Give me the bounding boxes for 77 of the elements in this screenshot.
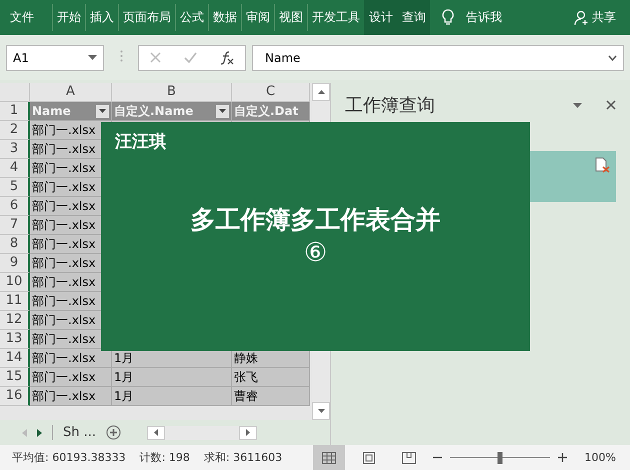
filter-button[interactable]: [96, 104, 109, 118]
zoom-level[interactable]: 100%: [584, 451, 616, 464]
filter-button[interactable]: [216, 104, 229, 118]
up-arrow-icon: [318, 90, 324, 94]
row-header[interactable]: 13: [0, 330, 30, 349]
card-title: 多工作簿多工作表合并: [190, 204, 440, 236]
down-arrow-icon: [318, 409, 324, 413]
column-header[interactable]: B: [112, 83, 232, 102]
header-cell: 自定义.Name: [112, 102, 232, 121]
row-header[interactable]: 3: [0, 140, 30, 159]
ribbon-tab[interactable]: 视图: [274, 4, 307, 31]
row-header[interactable]: 5: [0, 178, 30, 197]
check-icon[interactable]: [184, 52, 197, 63]
formula-field[interactable]: Name: [252, 44, 624, 70]
row-header[interactable]: 10: [0, 273, 30, 292]
table-cell: 1月: [112, 387, 232, 406]
status-stat: 平均值: 60193.38333: [12, 450, 126, 465]
scroll-up-button[interactable]: [312, 83, 330, 101]
row-header[interactable]: 12: [0, 311, 30, 330]
row-header[interactable]: 4: [0, 159, 30, 178]
ribbon-tab[interactable]: 查询: [397, 0, 430, 35]
row-header[interactable]: 14: [0, 349, 30, 368]
pane-title: 工作簿查询: [345, 94, 436, 117]
share-button[interactable]: 共享: [574, 0, 616, 35]
left-arrow-icon[interactable]: [154, 429, 158, 436]
caret-icon: [219, 109, 226, 113]
column-header[interactable]: C: [232, 83, 310, 102]
ribbon-tab[interactable]: 文件: [6, 4, 38, 31]
table-cell: 部门一.xlsx: [30, 368, 112, 387]
table-cell: 部门一.xlsx: [30, 349, 112, 368]
scroll-down-button[interactable]: [312, 402, 330, 420]
zoom-in-icon[interactable]: [558, 453, 567, 462]
episode-number: ⑥: [304, 238, 328, 268]
sheet-tab[interactable]: Sh ...: [52, 425, 96, 440]
ribbon-tab[interactable]: 设计: [364, 0, 397, 35]
author-name: 汪汪琪: [115, 131, 166, 153]
function-icon[interactable]: [220, 50, 234, 64]
ribbon-tab[interactable]: 公式: [175, 4, 208, 31]
ribbon-tab[interactable]: 插入: [85, 4, 118, 31]
caret-icon: [99, 109, 106, 113]
table-cell: 张飞: [232, 368, 310, 387]
name-box[interactable]: A1: [6, 44, 104, 70]
header-cell: Name: [30, 102, 112, 121]
add-sheet-icon[interactable]: [106, 425, 122, 440]
query-error-icon: [594, 157, 610, 173]
row-header[interactable]: 7: [0, 216, 30, 235]
horizontal-scrollbar[interactable]: [147, 426, 258, 440]
header-cell: 自定义.Dat: [232, 102, 310, 121]
row-header[interactable]: 2: [0, 121, 30, 140]
ribbon-tab[interactable]: 审阅: [241, 4, 274, 31]
right-arrow-icon[interactable]: [246, 429, 250, 436]
table-cell: 1月: [112, 368, 232, 387]
status-stat: 求和: 3611603: [204, 450, 282, 465]
drag-handle-icon[interactable]: [120, 50, 122, 62]
row-header[interactable]: 8: [0, 235, 30, 254]
row-header[interactable]: 16: [0, 387, 30, 406]
ribbon-tab[interactable]: 页面布局: [118, 4, 175, 31]
table-cell: 曹睿: [232, 387, 310, 406]
lightbulb-icon[interactable]: [442, 9, 454, 26]
dropdown-caret-icon: [88, 55, 97, 60]
row-header[interactable]: 9: [0, 254, 30, 273]
expand-caret-icon[interactable]: [608, 54, 617, 60]
row-header[interactable]: 11: [0, 292, 30, 311]
ribbon-tab[interactable]: 开始: [52, 4, 85, 31]
row-header[interactable]: 1: [0, 102, 30, 121]
status-stat: 计数: 198: [140, 450, 190, 465]
tell-me-button[interactable]: 告诉我: [466, 9, 502, 26]
table-cell: 部门一.xlsx: [30, 387, 112, 406]
pane-menu-icon: [573, 102, 582, 108]
ribbon-tab[interactable]: 数据: [208, 4, 241, 31]
next-sheet-icon[interactable]: [37, 428, 42, 436]
normal-view-icon[interactable]: [312, 445, 345, 470]
row-header[interactable]: 15: [0, 368, 30, 387]
person-add-icon[interactable]: [574, 10, 590, 26]
close-icon[interactable]: [606, 100, 616, 110]
column-header[interactable]: A: [30, 83, 112, 102]
row-header[interactable]: 6: [0, 197, 30, 216]
